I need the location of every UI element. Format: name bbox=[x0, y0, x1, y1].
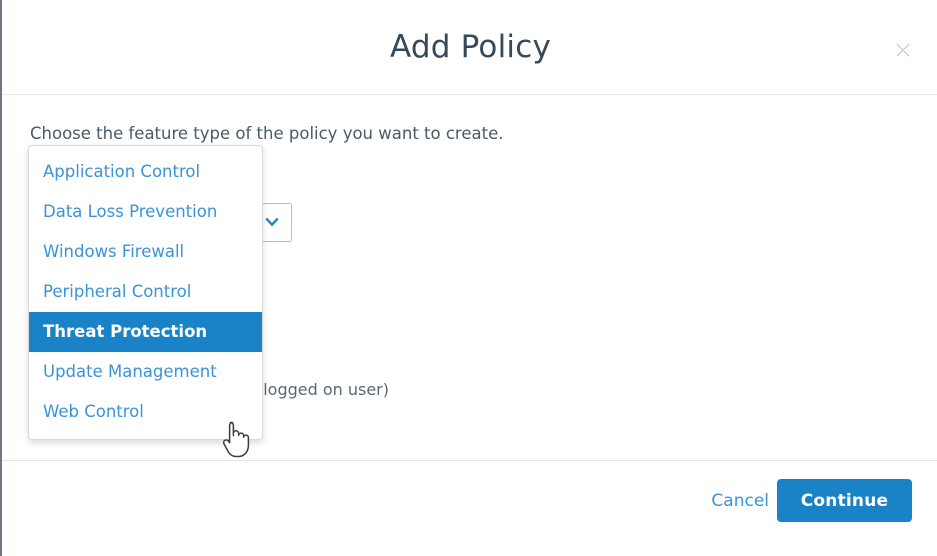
dialog-footer: Cancel Continue bbox=[2, 460, 937, 556]
dropdown-option-windows-firewall[interactable]: Windows Firewall bbox=[29, 232, 262, 272]
dialog-header: Add Policy × bbox=[2, 0, 937, 95]
dropdown-option-peripheral-control[interactable]: Peripheral Control bbox=[29, 272, 262, 312]
dialog-instruction-text: Choose the feature type of the policy yo… bbox=[30, 123, 503, 145]
dropdown-option-web-control[interactable]: Web Control bbox=[29, 392, 262, 432]
dropdown-option-application-control[interactable]: Application Control bbox=[29, 152, 262, 192]
add-policy-dialog: Add Policy × Choose the feature type of … bbox=[0, 0, 937, 556]
continue-button[interactable]: Continue bbox=[777, 479, 912, 522]
chevron-down-icon bbox=[264, 217, 280, 230]
feature-options-dropdown[interactable]: Application Control Data Loss Prevention… bbox=[28, 145, 263, 440]
cancel-button[interactable]: Cancel bbox=[711, 489, 769, 513]
dialog-title: Add Policy bbox=[2, 26, 937, 68]
close-icon[interactable]: × bbox=[889, 36, 917, 64]
dropdown-option-update-management[interactable]: Update Management bbox=[29, 352, 262, 392]
dropdown-option-data-loss-prevention[interactable]: Data Loss Prevention bbox=[29, 192, 262, 232]
dropdown-option-threat-protection[interactable]: Threat Protection bbox=[29, 312, 262, 352]
